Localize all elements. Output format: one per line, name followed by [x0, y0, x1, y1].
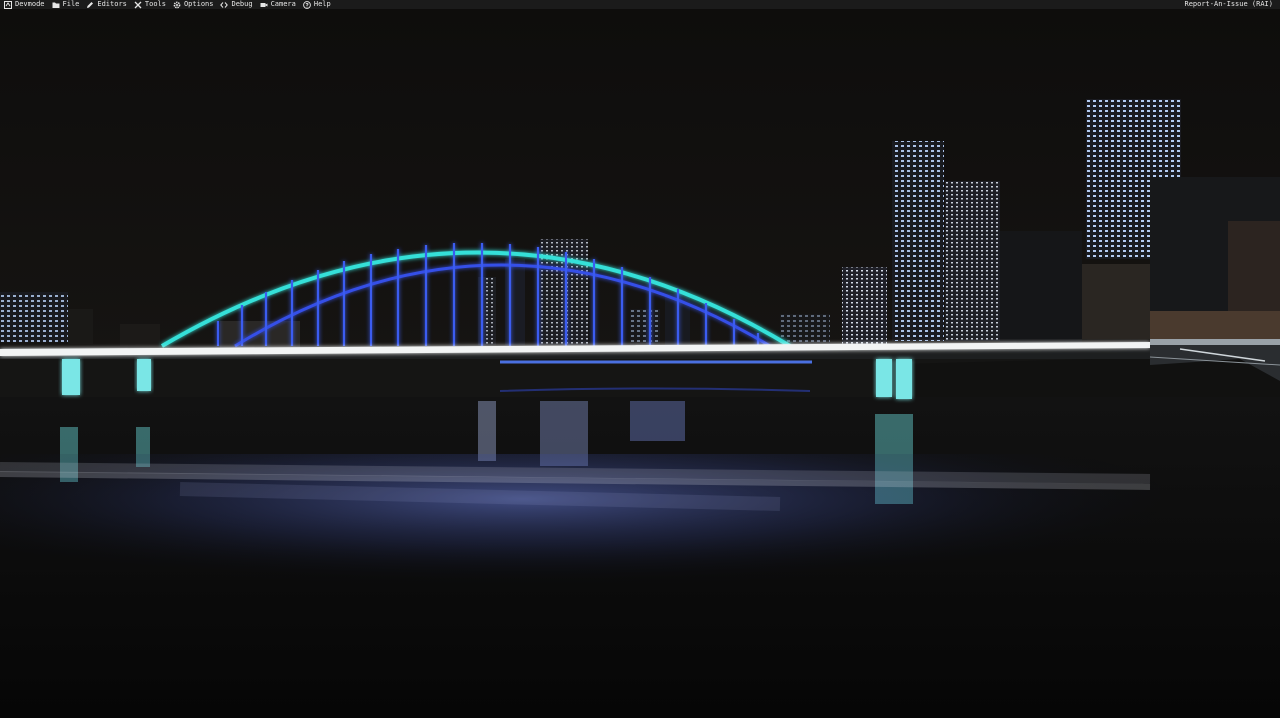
- code-brackets-icon: [220, 1, 229, 8]
- 3d-viewport[interactable]: [0, 9, 1280, 718]
- menu-file[interactable]: File: [52, 0, 80, 9]
- gear-icon: [173, 1, 181, 8]
- camera-icon: [260, 2, 268, 7]
- menu-options[interactable]: Options: [173, 0, 214, 9]
- menu-options-label: Options: [183, 0, 214, 8]
- menu-file-label: File: [62, 0, 80, 8]
- menu-camera-label: Camera: [270, 0, 296, 8]
- pencil-icon: [87, 1, 94, 8]
- devmode-icon: [4, 0, 12, 9]
- menu-tools-label: Tools: [144, 0, 166, 8]
- menu-bar: Devmode File Editors Tools Options Debug…: [0, 0, 1280, 9]
- help-circle-icon: [303, 0, 311, 9]
- menu-camera[interactable]: Camera: [260, 0, 296, 9]
- menu-help-label: Help: [313, 0, 331, 8]
- night-bridge-scene: [0, 9, 1280, 718]
- tools-icon: [134, 1, 142, 8]
- menu-debug-label: Debug: [231, 0, 253, 8]
- menu-devmode[interactable]: Devmode: [4, 0, 45, 9]
- menu-editors[interactable]: Editors: [86, 0, 127, 9]
- menu-editors-label: Editors: [97, 0, 127, 8]
- menu-devmode-label: Devmode: [15, 0, 45, 8]
- menu-tools[interactable]: Tools: [134, 0, 166, 9]
- report-an-issue-button[interactable]: Report-An-Issue (RAI): [1184, 0, 1273, 9]
- menu-help[interactable]: Help: [303, 0, 331, 9]
- folder-icon: [52, 2, 60, 8]
- menu-debug[interactable]: Debug: [220, 0, 253, 9]
